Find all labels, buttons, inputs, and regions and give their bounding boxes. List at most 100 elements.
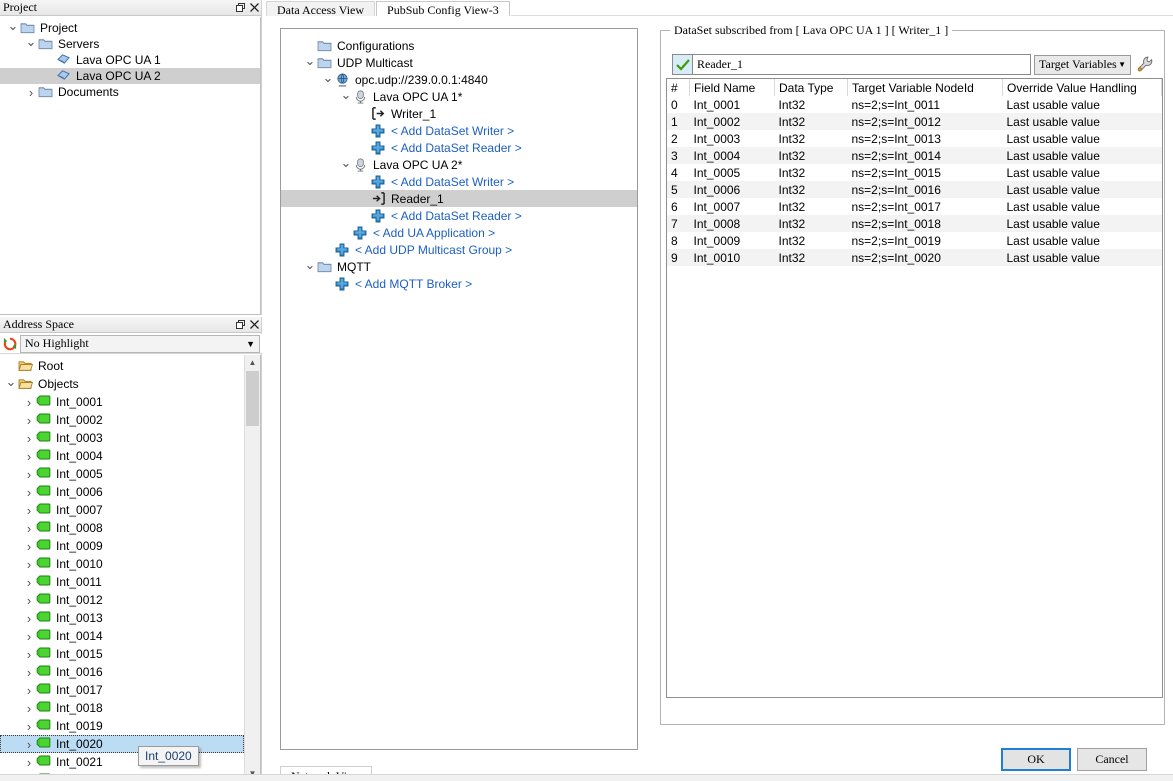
chevron-down-icon[interactable]: ⌄ xyxy=(6,19,20,34)
chevron-right-icon[interactable]: › xyxy=(24,85,38,100)
cancel-button[interactable]: Cancel xyxy=(1077,748,1147,771)
table-row[interactable]: 1 Int_0002 Int32 ns=2;s=Int_0012 Last usable… xyxy=(667,113,1162,130)
tree-item-add-dataset-writer[interactable]: < Add DataSet Writer > xyxy=(281,173,637,190)
tree-item-lava-opc-ua-1[interactable]: ⌄ Lava OPC UA 1* xyxy=(281,88,637,105)
table-row[interactable]: 8 Int_0009 Int32 ns=2;s=Int_0019 Last usable… xyxy=(667,232,1162,249)
tree-item-int-0004[interactable]: › Int_0004 xyxy=(0,447,244,465)
table-row[interactable]: 7 Int_0008 Int32 ns=2;s=Int_0018 Last usable… xyxy=(667,215,1162,232)
chevron-right-icon[interactable]: › xyxy=(22,683,36,698)
chevron-right-icon[interactable]: › xyxy=(22,449,36,464)
chevron-right-icon[interactable]: › xyxy=(22,719,36,734)
tree-item-objects[interactable]: ⌄ Objects xyxy=(0,375,244,393)
dataset-name-input[interactable]: Reader_1 xyxy=(693,54,1031,75)
table-row[interactable]: 4 Int_0005 Int32 ns=2;s=Int_0015 Last usable… xyxy=(667,164,1162,181)
tree-item-lava-opc-ua-2[interactable]: Lava OPC UA 2 xyxy=(0,68,260,84)
chevron-right-icon[interactable]: › xyxy=(22,665,36,680)
chevron-down-icon[interactable]: ⌄ xyxy=(303,258,317,273)
tree-item-int-0015[interactable]: › Int_0015 xyxy=(0,645,244,663)
dataset-view-select[interactable]: Target Variables ▼ xyxy=(1034,54,1131,75)
column-header[interactable]: Override Value Handling xyxy=(1002,79,1162,96)
table-row[interactable]: 5 Int_0006 Int32 ns=2;s=Int_0016 Last usable… xyxy=(667,181,1162,198)
tree-item-project[interactable]: ⌄ Project xyxy=(0,19,260,36)
tree-item-int-0013[interactable]: › Int_0013 xyxy=(0,609,244,627)
chevron-right-icon[interactable]: › xyxy=(22,539,36,554)
tree-item-add-ua-application[interactable]: < Add UA Application > xyxy=(281,224,637,241)
chevron-right-icon[interactable]: › xyxy=(22,413,36,428)
chevron-right-icon[interactable]: › xyxy=(22,431,36,446)
table-row[interactable]: 9 Int_0010 Int32 ns=2;s=Int_0020 Last usable… xyxy=(667,249,1162,266)
tree-item-int-0001[interactable]: › Int_0001 xyxy=(0,393,244,411)
tree-item-writer-1[interactable]: Writer_1 xyxy=(281,105,637,122)
wrench-icon[interactable] xyxy=(1134,54,1156,75)
tree-item-int-0006[interactable]: › Int_0006 xyxy=(0,483,244,501)
tree-item-int-0008[interactable]: › Int_0008 xyxy=(0,519,244,537)
tree-item-int-0003[interactable]: › Int_0003 xyxy=(0,429,244,447)
tree-item-int-0005[interactable]: › Int_0005 xyxy=(0,465,244,483)
close-icon[interactable] xyxy=(247,1,261,15)
highlight-select[interactable]: No Highlight ▼ xyxy=(20,334,260,353)
column-header[interactable]: Data Type xyxy=(774,79,848,96)
tree-item-mqtt[interactable]: ⌄ MQTT xyxy=(281,258,637,275)
column-header[interactable]: Field Name xyxy=(689,79,775,96)
tree-item-add-udp-multicast-group[interactable]: < Add UDP Multicast Group > xyxy=(281,241,637,258)
tree-item-int-0017[interactable]: › Int_0017 xyxy=(0,681,244,699)
chevron-down-icon[interactable]: ⌄ xyxy=(303,54,317,69)
chevron-right-icon[interactable]: › xyxy=(22,395,36,410)
dataset-table-container[interactable]: # Field Name Data Type Target Variable Node… xyxy=(666,78,1163,698)
tab-data-access-view[interactable]: Data Access View xyxy=(266,1,376,17)
chevron-right-icon[interactable]: › xyxy=(22,737,36,752)
tree-item-lava-opc-ua-1[interactable]: Lava OPC UA 1 xyxy=(0,52,260,68)
tree-item-add-dataset-writer[interactable]: < Add DataSet Writer > xyxy=(281,122,637,139)
chevron-right-icon[interactable]: › xyxy=(22,701,36,716)
table-row[interactable]: 0 Int_0001 Int32 ns=2;s=Int_0011 Last usable… xyxy=(667,96,1162,113)
chevron-down-icon[interactable]: ⌄ xyxy=(339,88,353,103)
table-row[interactable]: 2 Int_0003 Int32 ns=2;s=Int_0013 Last usable… xyxy=(667,130,1162,147)
table-row[interactable]: 3 Int_0004 Int32 ns=2;s=Int_0014 Last usable… xyxy=(667,147,1162,164)
chevron-right-icon[interactable]: › xyxy=(22,593,36,608)
tree-item-int-0009[interactable]: › Int_0009 xyxy=(0,537,244,555)
ok-button[interactable]: OK xyxy=(1001,748,1071,771)
column-header[interactable]: Target Variable NodeId xyxy=(847,79,1003,96)
dataset-enabled-checkbox[interactable] xyxy=(672,54,693,75)
tree-item-add-mqtt-broker[interactable]: < Add MQTT Broker > xyxy=(281,275,637,292)
tree-item-servers[interactable]: ⌄ Servers xyxy=(0,35,260,52)
scroll-up-icon[interactable]: ▲ xyxy=(245,355,260,370)
chevron-down-icon[interactable]: ⌄ xyxy=(4,375,18,390)
tree-item-int-0011[interactable]: › Int_0011 xyxy=(0,573,244,591)
chevron-right-icon[interactable]: › xyxy=(22,575,36,590)
tree-item-int-0018[interactable]: › Int_0018 xyxy=(0,699,244,717)
chevron-right-icon[interactable]: › xyxy=(22,503,36,518)
tree-item-documents[interactable]: › Documents xyxy=(0,84,260,100)
tree-item-int-0019[interactable]: › Int_0019 xyxy=(0,717,244,735)
tree-item-int-0021[interactable]: › Int_0021 xyxy=(0,753,244,771)
address-space-tree[interactable]: Root ⌄ Objects › Int_0001 › Int_0002 › Int_0003 ›… xyxy=(0,355,261,781)
tree-item-reader-1[interactable]: Reader_1 xyxy=(281,190,637,207)
chevron-right-icon[interactable]: › xyxy=(22,485,36,500)
restore-icon[interactable] xyxy=(233,318,247,332)
tree-item-int-0010[interactable]: › Int_0010 xyxy=(0,555,244,573)
tree-item-root[interactable]: Root xyxy=(0,357,244,375)
chevron-down-icon[interactable]: ⌄ xyxy=(339,156,353,171)
chevron-right-icon[interactable]: › xyxy=(22,755,36,770)
tree-item-udp-multicast[interactable]: ⌄ UDP Multicast xyxy=(281,54,637,71)
chevron-right-icon[interactable]: › xyxy=(22,521,36,536)
close-icon[interactable] xyxy=(247,318,261,332)
tree-item-opc-udp-239-0-0-1-4840[interactable]: ⌄ opc.udp://239.0.0.1:4840 xyxy=(281,71,637,88)
tree-item-int-0014[interactable]: › Int_0014 xyxy=(0,627,244,645)
restore-icon[interactable] xyxy=(233,1,247,15)
tree-item-add-dataset-reader[interactable]: < Add DataSet Reader > xyxy=(281,207,637,224)
chevron-right-icon[interactable]: › xyxy=(22,629,36,644)
chevron-right-icon[interactable]: › xyxy=(22,611,36,626)
tree-item-add-dataset-reader[interactable]: < Add DataSet Reader > xyxy=(281,139,637,156)
scrollbar-thumb[interactable] xyxy=(246,371,259,426)
column-header[interactable]: # xyxy=(667,79,690,96)
tree-item-int-0002[interactable]: › Int_0002 xyxy=(0,411,244,429)
tree-item-configurations[interactable]: Configurations xyxy=(281,37,637,54)
project-tree[interactable]: ⌄ Project ⌄ Servers Lava OPC UA 1 Lava OPC UA… xyxy=(0,17,261,315)
tab-pubsub-config-view-3[interactable]: PubSub Config View-3 xyxy=(376,1,510,17)
pubsub-config-tree[interactable]: Configurations ⌄ UDP Multicast ⌄ opc.udp://2… xyxy=(280,28,638,750)
tree-item-int-0007[interactable]: › Int_0007 xyxy=(0,501,244,519)
chevron-down-icon[interactable]: ⌄ xyxy=(24,35,38,50)
chevron-right-icon[interactable]: › xyxy=(22,557,36,572)
tree-item-lava-opc-ua-2[interactable]: ⌄ Lava OPC UA 2* xyxy=(281,156,637,173)
